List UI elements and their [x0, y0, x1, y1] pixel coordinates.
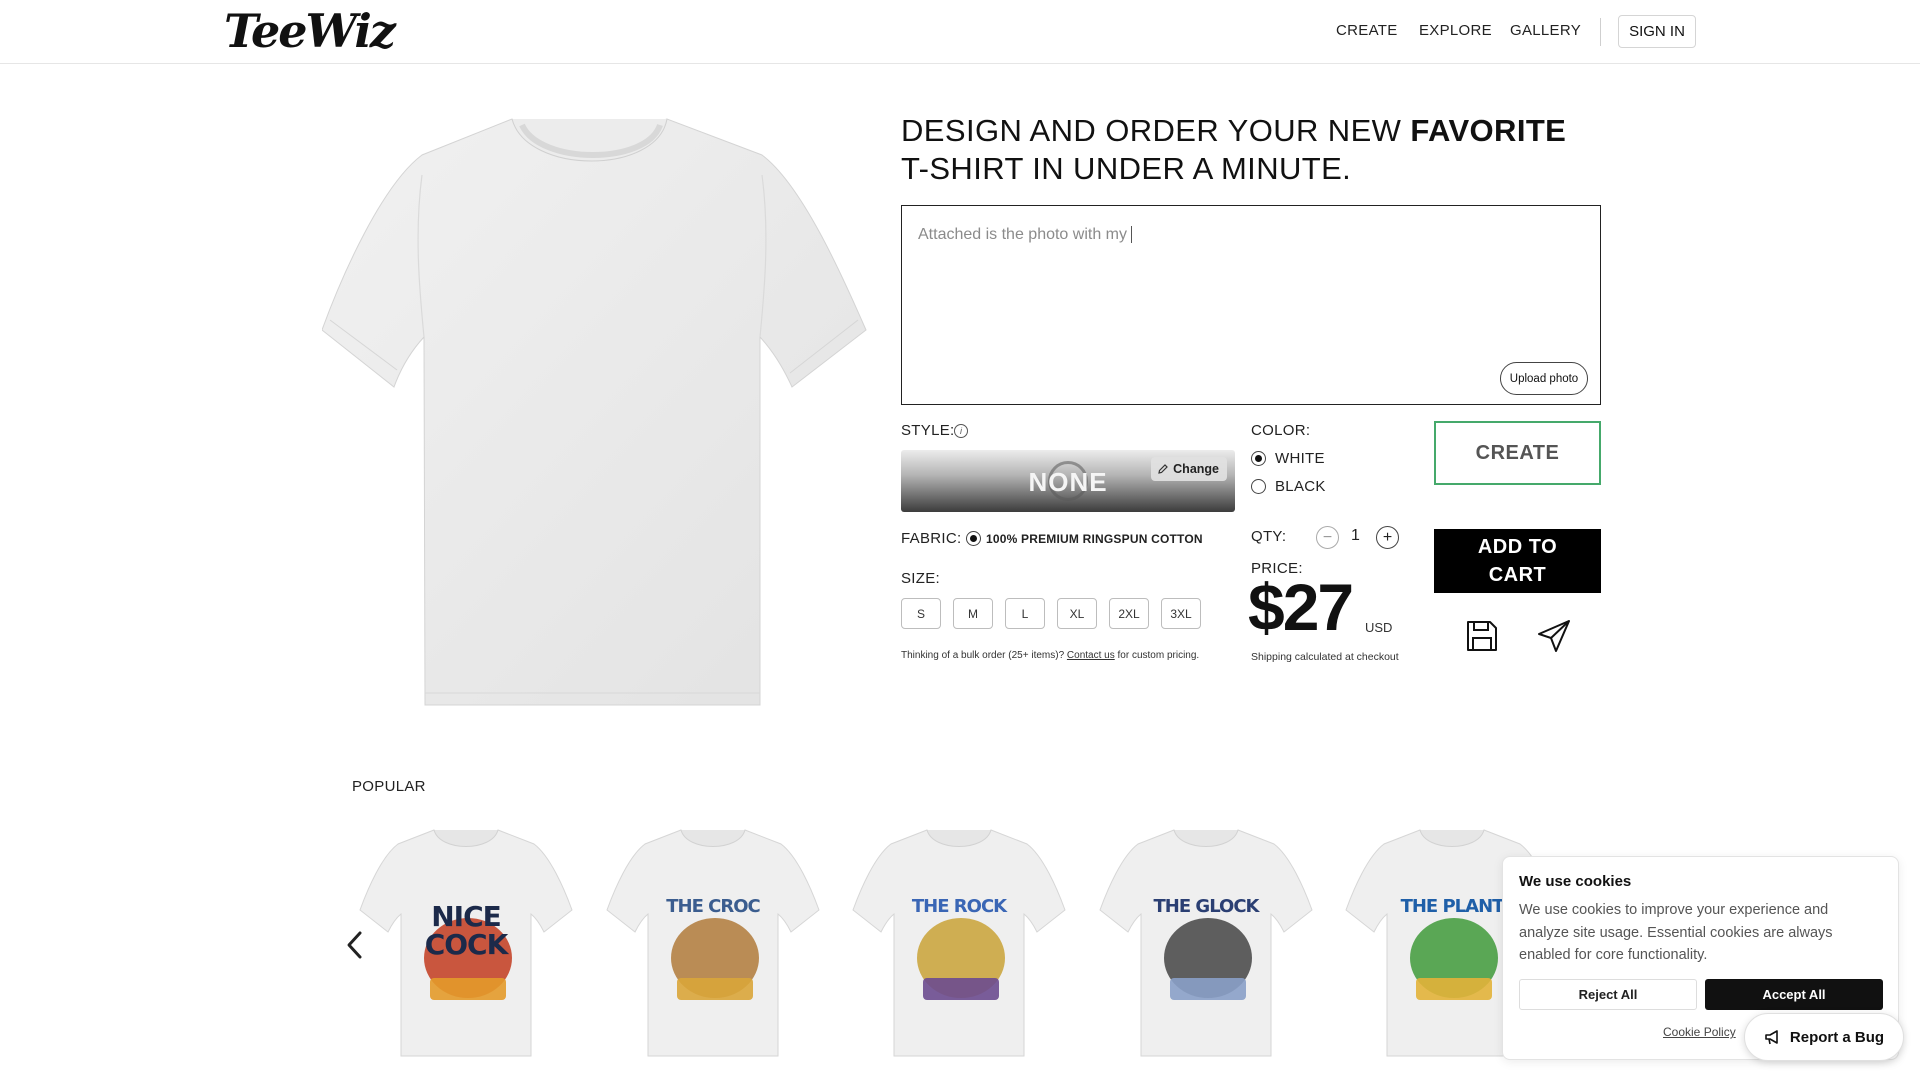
- contact-us-link[interactable]: Contact us: [1067, 650, 1115, 661]
- upload-photo-button[interactable]: Upload photo: [1500, 362, 1588, 395]
- change-label: Change: [1173, 462, 1219, 476]
- size-s-button[interactable]: S: [901, 598, 941, 629]
- popular-item-the-rock-tee[interactable]: THE ROCK: [851, 828, 1067, 1060]
- fabric-value: 100% PREMIUM RINGSPUN COTTON: [986, 532, 1203, 546]
- nav-gallery[interactable]: GALLERY: [1510, 22, 1581, 39]
- site-header: TeeWiz CREATE EXPLORE GALLERY SIGN IN: [0, 0, 1920, 64]
- popular-heading: POPULAR: [352, 778, 426, 795]
- change-style-button[interactable]: Change: [1151, 457, 1227, 481]
- accept-cookies-button[interactable]: Accept All: [1705, 979, 1883, 1010]
- nav-divider: [1600, 18, 1601, 46]
- text-caret: [1131, 226, 1132, 244]
- pencil-icon: [1158, 464, 1169, 474]
- fabric-label: FABRIC:: [901, 530, 962, 547]
- size-label: SIZE:: [901, 570, 941, 587]
- popular-item-subtitle: COCK: [424, 928, 509, 961]
- qty-label: QTY:: [1251, 528, 1287, 545]
- price-amount: $27: [1248, 570, 1354, 644]
- tshirt-preview: [322, 118, 867, 706]
- size-2xl-button[interactable]: 2XL: [1109, 598, 1149, 629]
- size-m-button[interactable]: M: [953, 598, 993, 629]
- popular-item-the-croc-tee[interactable]: THE CROC: [605, 828, 821, 1060]
- color-black-label[interactable]: BLACK: [1275, 478, 1326, 495]
- floppy-disk-icon[interactable]: [1464, 618, 1500, 654]
- size-3xl-button[interactable]: 3XL: [1161, 598, 1201, 629]
- qty-value: 1: [1351, 527, 1360, 544]
- report-bug-button[interactable]: Report a Bug: [1744, 1013, 1904, 1061]
- tshirt-thumbnail: [606, 829, 820, 1057]
- shipping-note: Shipping calculated at checkout: [1251, 651, 1399, 663]
- paper-plane-icon[interactable]: [1536, 618, 1572, 654]
- cookie-policy-link[interactable]: Cookie Policy: [1663, 1025, 1736, 1039]
- bulk-order-note: Thinking of a bulk order (25+ items)? Co…: [901, 650, 1200, 661]
- color-black-radio[interactable]: [1251, 479, 1266, 494]
- nav-create[interactable]: CREATE: [1336, 22, 1398, 39]
- size-xl-button[interactable]: XL: [1057, 598, 1097, 629]
- popular-item-title: THE GLOCK: [1153, 896, 1260, 917]
- popular-item-title: THE CROC: [666, 896, 761, 917]
- logo[interactable]: TeeWiz: [224, 4, 396, 58]
- design-prompt-input[interactable]: Attached is the photo with my Upload pho…: [901, 205, 1601, 405]
- create-button[interactable]: CREATE: [1434, 421, 1601, 485]
- color-label: COLOR:: [1251, 422, 1311, 439]
- style-label: STYLE:: [901, 422, 955, 439]
- size-l-button[interactable]: L: [1005, 598, 1045, 629]
- popular-item-the-glock-tee[interactable]: THE GLOCK: [1098, 828, 1314, 1060]
- cookie-title: We use cookies: [1519, 873, 1632, 890]
- info-icon[interactable]: i: [954, 424, 968, 438]
- popular-item-nice-cock-tee[interactable]: NICE COCK: [358, 828, 574, 1060]
- tshirt-thumbnail: [1099, 829, 1313, 1057]
- price-currency: USD: [1365, 620, 1393, 635]
- page-headline: DESIGN AND ORDER YOUR NEW FAVORITE T-SHI…: [901, 113, 1567, 186]
- tshirt-thumbnail: [852, 829, 1066, 1057]
- color-white-label[interactable]: WHITE: [1275, 450, 1325, 467]
- style-selector[interactable]: NONE Change: [901, 450, 1235, 512]
- nav-explore[interactable]: EXPLORE: [1419, 22, 1492, 39]
- cookie-text: We use cookies to improve your experienc…: [1519, 902, 1833, 963]
- reject-cookies-button[interactable]: Reject All: [1519, 979, 1697, 1010]
- megaphone-icon: [1765, 1030, 1778, 1045]
- qty-increase-button[interactable]: +: [1376, 526, 1399, 549]
- sign-in-button[interactable]: SIGN IN: [1618, 15, 1696, 48]
- fabric-radio[interactable]: [966, 531, 981, 546]
- qty-decrease-button[interactable]: −: [1316, 526, 1339, 549]
- add-to-cart-button[interactable]: ADD TO CART: [1434, 529, 1601, 593]
- report-bug-label: Report a Bug: [1789, 1028, 1885, 1046]
- popular-item-title: THE ROCK: [911, 896, 1007, 917]
- color-white-radio[interactable]: [1251, 451, 1266, 466]
